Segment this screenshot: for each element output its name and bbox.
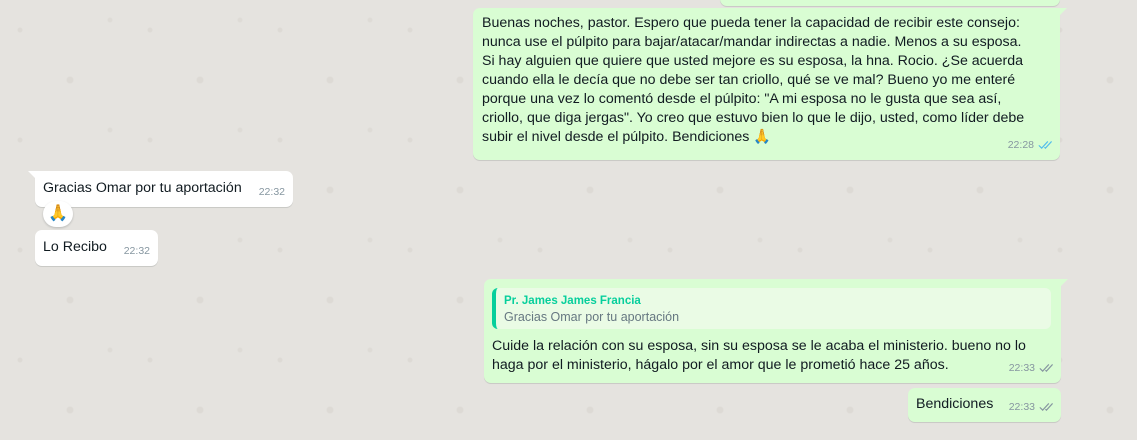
delivered-double-check-icon [1038, 363, 1053, 374]
message-meta: 22:32 [124, 242, 150, 261]
delivered-double-check-icon [1038, 402, 1053, 413]
reaction-badge[interactable]: 🙏 [43, 201, 73, 227]
previous-message-fragment [720, 0, 1060, 6]
bubble-tail [1060, 279, 1068, 287]
read-double-check-icon [1037, 140, 1052, 151]
message-time: 22:33 [1008, 362, 1035, 374]
message-text: Lo Recibo [43, 239, 107, 255]
message-meta: 22:28 [1008, 136, 1052, 155]
incoming-message[interactable]: Lo Recibo 22:32 [35, 230, 158, 266]
message-time: 22:32 [258, 186, 285, 198]
bubble-tail [1059, 8, 1067, 16]
message-time: 22:28 [1007, 139, 1034, 151]
message-text: Bendiciones [916, 396, 994, 412]
message-text: Gracias Omar por tu aportación [43, 180, 242, 196]
incoming-message[interactable]: Gracias Omar por tu aportación 22:32 [28, 171, 293, 207]
quoted-message[interactable]: Pr. James James Francia Gracias Omar por… [492, 288, 1051, 329]
outgoing-message[interactable]: Bendiciones 22:33 [908, 388, 1061, 422]
bubble-tail [28, 171, 36, 179]
message-time: 22:32 [123, 245, 150, 257]
praying-hands-emoji: 🙏 [48, 205, 68, 222]
outgoing-message[interactable]: Buenas noches, pastor. Espero que pueda … [473, 8, 1067, 160]
message-time: 22:33 [1008, 401, 1035, 413]
quoted-text: Gracias Omar por tu aportación [504, 310, 680, 324]
outgoing-reply-message[interactable]: Pr. James James Francia Gracias Omar por… [484, 279, 1068, 383]
message-meta: 22:32 [259, 183, 285, 202]
quoted-author: Pr. James James Francia [504, 295, 641, 307]
message-text: Cuide la relación con su esposa, sin su … [492, 338, 1026, 373]
message-meta: 22:33 [1009, 359, 1053, 378]
message-text: Buenas noches, pastor. Espero que pueda … [482, 15, 1025, 145]
message-meta: 22:33 [1009, 398, 1053, 417]
